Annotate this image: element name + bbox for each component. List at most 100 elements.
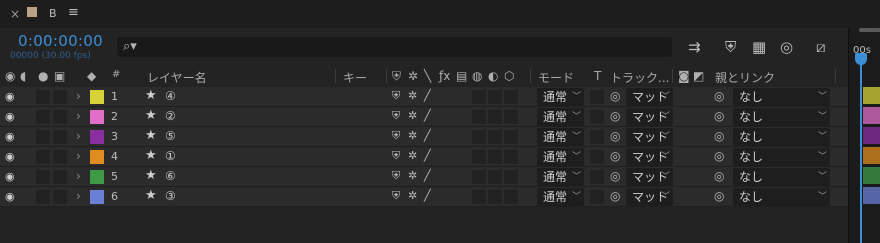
preserve-transparency-toggle[interactable] — [590, 90, 604, 104]
quality-icon[interactable]: ╱ — [424, 149, 431, 162]
parent-pick-whip-icon[interactable]: ◎ — [714, 109, 724, 123]
collapse-switch-icon[interactable]: ✲ — [408, 69, 418, 83]
audio-icon[interactable]: ◖ — [20, 69, 26, 83]
layer-row[interactable]: ◉ › 4 ★ ① ⛨ ✲ ╱ 通常 ﹀ ◎ マット ﹀ ◎ なし ﹀ — [0, 147, 848, 167]
pick-whip-icon[interactable]: ◎ — [610, 189, 620, 203]
frame-blend-switch-icon[interactable]: ▤ — [456, 69, 467, 83]
switch-cell[interactable] — [488, 130, 502, 144]
pick-whip-icon[interactable]: ◎ — [610, 169, 620, 183]
quality-icon[interactable]: ╱ — [424, 109, 431, 122]
label-color-chip[interactable] — [90, 170, 104, 184]
preserve-transparency-toggle[interactable] — [590, 130, 604, 144]
collapse-icon[interactable]: ✲ — [408, 109, 417, 122]
lock-toggle[interactable] — [53, 190, 67, 204]
solo-toggle[interactable] — [36, 130, 50, 144]
eye-icon[interactable]: ◉ — [5, 170, 15, 183]
lock-icon[interactable]: ▣ — [54, 69, 65, 83]
solo-toggle[interactable] — [36, 110, 50, 124]
chevron-right-icon[interactable]: › — [76, 89, 81, 103]
shy-icon[interactable]: ⛨ — [392, 109, 400, 123]
collapse-icon[interactable]: ✲ — [408, 189, 417, 202]
video-eye-icon[interactable]: ◉ — [5, 69, 15, 83]
shy-icon[interactable]: ⛨ — [392, 189, 400, 203]
track-matte-select[interactable]: マット ﹀ — [626, 88, 673, 106]
parent-select[interactable]: なし ﹀ — [733, 128, 830, 146]
quality-icon[interactable]: ╱ — [424, 129, 431, 142]
blend-mode-select[interactable]: 通常 ﹀ — [537, 108, 584, 126]
comp-flowchart-icon[interactable]: ⧄ — [816, 38, 826, 56]
switch-cell[interactable] — [472, 170, 486, 184]
eye-icon[interactable]: ◉ — [5, 190, 15, 203]
switch-cell[interactable] — [488, 170, 502, 184]
switch-cell[interactable] — [504, 150, 518, 164]
lock-toggle[interactable] — [53, 150, 67, 164]
quality-switch-icon[interactable]: ╲ — [424, 69, 431, 83]
layer-row[interactable]: ◉ › 5 ★ ⑥ ⛨ ✲ ╱ 通常 ﹀ ◎ マット ﹀ ◎ なし ﹀ — [0, 167, 848, 187]
shy-icon[interactable]: ⛨ — [725, 38, 736, 56]
switch-cell[interactable] — [488, 190, 502, 204]
chevron-right-icon[interactable]: › — [76, 129, 81, 143]
layer-duration-bar[interactable] — [863, 167, 880, 184]
track-matte-select[interactable]: マット ﹀ — [626, 128, 673, 146]
panel-menu-icon[interactable]: ≡ — [68, 5, 79, 20]
switch-cell[interactable] — [472, 150, 486, 164]
chevron-right-icon[interactable]: › — [76, 189, 81, 203]
shy-icon[interactable]: ⛨ — [392, 149, 400, 163]
layer-duration-bar[interactable] — [863, 187, 880, 204]
label-color-chip[interactable] — [90, 150, 104, 164]
lock-toggle[interactable] — [53, 130, 67, 144]
preserve-transparency-toggle[interactable] — [590, 150, 604, 164]
shy-icon[interactable]: ⛨ — [392, 129, 400, 143]
switch-cell[interactable] — [472, 190, 486, 204]
layer-name[interactable]: ④ — [165, 89, 176, 103]
shy-switch-icon[interactable]: ⛨ — [392, 69, 401, 84]
solo-icon[interactable]: ● — [38, 69, 48, 83]
pick-whip-icon[interactable]: ◎ — [610, 89, 620, 103]
parent-pick-whip-icon[interactable]: ◎ — [714, 129, 724, 143]
shy-icon[interactable]: ⛨ — [392, 169, 400, 183]
solo-toggle[interactable] — [36, 90, 50, 104]
parent-pick-whip-icon[interactable]: ◎ — [714, 89, 724, 103]
layer-duration-bar[interactable] — [863, 127, 880, 144]
switch-cell[interactable] — [472, 90, 486, 104]
current-time-display[interactable]: 0:00:00:00 — [18, 32, 103, 50]
switch-cell[interactable] — [504, 90, 518, 104]
lock-toggle[interactable] — [53, 110, 67, 124]
parent-select[interactable]: なし ﹀ — [733, 168, 830, 186]
blend-mode-select[interactable]: 通常 ﹀ — [537, 188, 584, 206]
layer-name-header[interactable]: レイヤー名 — [147, 69, 207, 86]
lock-matte-icon[interactable]: ◙ — [678, 69, 690, 83]
playhead-line[interactable] — [860, 64, 862, 243]
switch-cell[interactable] — [488, 110, 502, 124]
label-color-chip[interactable] — [90, 90, 104, 104]
layer-duration-bar[interactable] — [863, 107, 880, 124]
track-matte-select[interactable]: マット ﹀ — [626, 108, 673, 126]
label-color-chip[interactable] — [90, 110, 104, 124]
layer-row[interactable]: ◉ › 6 ★ ③ ⛨ ✲ ╱ 通常 ﹀ ◎ マット ﹀ ◎ なし ﹀ — [0, 187, 848, 207]
track-matte-select[interactable]: マット ﹀ — [626, 188, 673, 206]
switch-cell[interactable] — [504, 110, 518, 124]
solo-toggle[interactable] — [36, 170, 50, 184]
graph-editor-icon[interactable]: ⇉ — [688, 38, 701, 56]
motion-blur-icon[interactable]: ◎ — [780, 38, 793, 56]
layer-name[interactable]: ⑥ — [165, 169, 176, 183]
label-tag-icon[interactable]: ◆ — [87, 69, 96, 83]
label-color-chip[interactable] — [90, 130, 104, 144]
chevron-right-icon[interactable]: › — [76, 109, 81, 123]
quality-icon[interactable]: ╱ — [424, 89, 431, 102]
collapse-icon[interactable]: ✲ — [408, 169, 417, 182]
layer-name[interactable]: ③ — [165, 189, 176, 203]
switch-cell[interactable] — [488, 90, 502, 104]
matte-invert-icon[interactable]: ◩ — [693, 69, 704, 83]
effects-switch-icon[interactable]: ƒx — [439, 69, 450, 83]
preserve-transparency-toggle[interactable] — [590, 190, 604, 204]
motion-blur-switch-icon[interactable]: ◍ — [472, 69, 482, 83]
parent-pick-whip-icon[interactable]: ◎ — [714, 189, 724, 203]
switch-cell[interactable] — [504, 190, 518, 204]
pick-whip-icon[interactable]: ◎ — [610, 129, 620, 143]
eye-icon[interactable]: ◉ — [5, 130, 15, 143]
solo-toggle[interactable] — [36, 150, 50, 164]
solo-toggle[interactable] — [36, 190, 50, 204]
track-matte-select[interactable]: マット ﹀ — [626, 168, 673, 186]
track-matte-select[interactable]: マット ﹀ — [626, 148, 673, 166]
